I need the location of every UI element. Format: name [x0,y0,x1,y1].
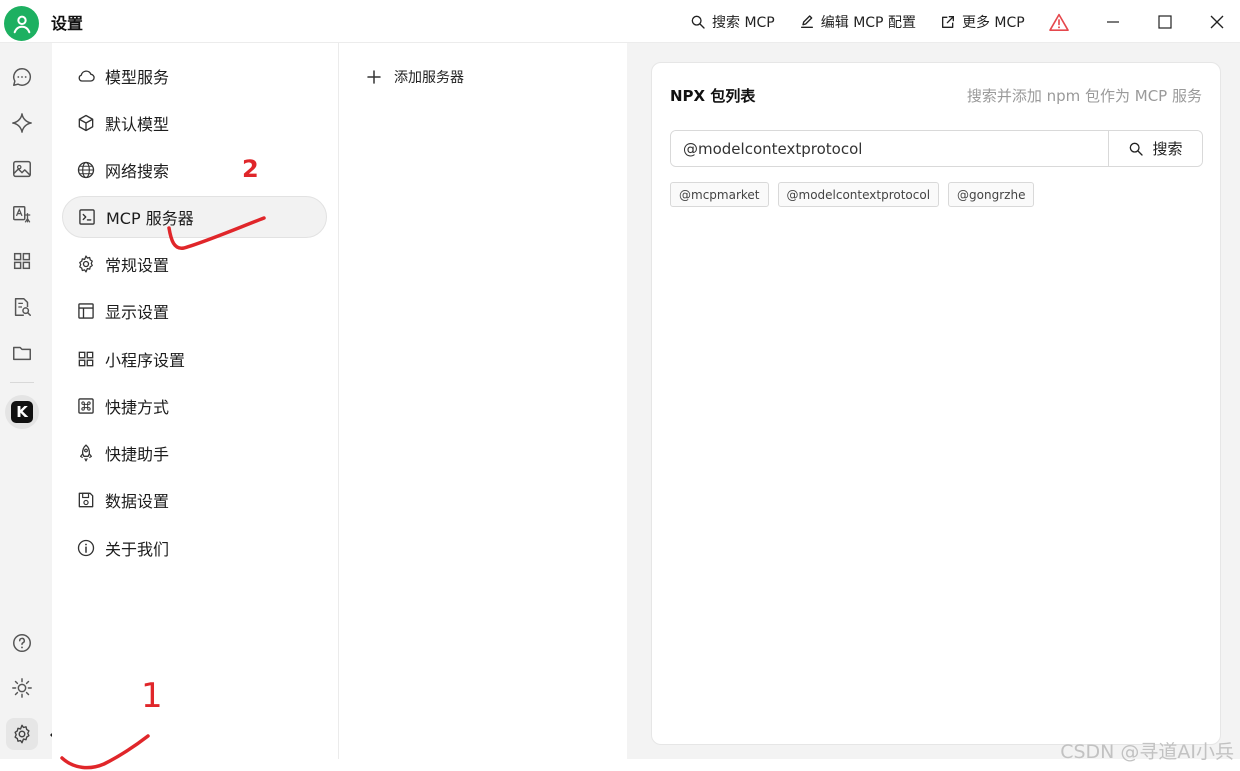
cube-icon [78,114,94,132]
edit-mcp-config-label: 编辑 MCP 配置 [820,14,916,31]
close-button[interactable] [1193,0,1240,43]
folder-icon [13,346,31,361]
nav-display-settings[interactable]: 显示设置 [62,290,327,332]
nav-label: 显示设置 [105,303,170,322]
nav-quick-assistant[interactable]: 快捷助手 [62,432,327,474]
warning-icon [1048,13,1069,31]
nav-label: 数据设置 [105,492,170,511]
nav-shortcuts[interactable]: 快捷方式 [62,385,327,427]
title-bar: 设置 搜索 MCP 编辑 MCP 配置 更多 MCP [0,0,1240,43]
more-mcp-label: 更多 MCP [961,14,1025,31]
mcp-server-list: 添加服务器 [339,43,627,759]
apps-icon [78,351,94,367]
minimize-button[interactable] [1089,0,1137,43]
maximize-icon [1158,14,1172,29]
settings-nav: 模型服务 默认模型 网络搜索 MCP 服务器 常规设置 显示设置 小程序设置 快… [52,43,339,759]
image-button[interactable] [6,153,38,185]
npx-package-panel: NPX 包列表 搜索并添加 npm 包作为 MCP 服务 搜索 @mcpmark… [651,62,1221,745]
layout-icon [78,303,94,319]
cloud-icon [78,70,95,82]
edit-mcp-config-button[interactable]: 编辑 MCP 配置 [799,8,916,36]
agent-k-icon: K [11,401,33,423]
npx-tag-modelcontextprotocol[interactable]: @modelcontextprotocol [777,182,940,207]
edit-icon [800,14,813,28]
nav-label: 快捷方式 [105,398,170,417]
add-server-label: 添加服务器 [394,70,464,86]
apps-button[interactable] [6,245,38,277]
chat-icon [13,68,32,86]
nav-mcp-servers[interactable]: MCP 服务器 [62,196,327,238]
save-icon [78,492,94,508]
npx-search-button[interactable]: 搜索 [1108,131,1202,166]
rail-divider [10,382,34,383]
watermark: CSDN @寻道AI小兵 [1060,741,1234,763]
theme-icon [12,678,32,698]
nav-web-search[interactable]: 网络搜索 [62,149,327,191]
image-icon [13,160,31,178]
nav-data-settings[interactable]: 数据设置 [62,479,327,521]
search-mcp-button[interactable]: 搜索 MCP [690,8,775,36]
command-icon [78,398,94,414]
add-server-button[interactable]: 添加服务器 [367,67,464,87]
nav-label: MCP 服务器 [106,209,194,228]
sparkle-icon [12,113,32,133]
npx-tag-mcpmarket[interactable]: @mcpmarket [670,182,769,207]
nav-label: 常规设置 [105,256,170,275]
settings-button[interactable] [6,718,38,750]
nav-label: 网络搜索 [105,162,170,181]
apps-icon [13,252,31,270]
npx-panel-title: NPX 包列表 [670,87,756,105]
nav-label: 快捷助手 [105,445,170,464]
nav-default-model[interactable]: 默认模型 [62,102,327,144]
rocket-icon [80,444,92,462]
nav-miniapp-settings[interactable]: 小程序设置 [62,338,327,380]
globe-icon [77,161,95,179]
translate-icon [13,206,31,223]
plus-icon [367,70,381,84]
nav-label: 小程序设置 [105,351,186,370]
npx-search-row: 搜索 [670,130,1203,167]
npx-tag-gongrzhe[interactable]: @gongrzhe [948,182,1035,207]
gear-icon [79,255,93,273]
chat-button[interactable] [6,61,38,93]
files-button[interactable] [6,337,38,369]
search-mcp-label: 搜索 MCP [712,14,775,31]
title-actions: 搜索 MCP 编辑 MCP 配置 更多 MCP [690,0,1103,43]
info-icon [77,539,95,557]
settings-icon [14,724,30,744]
warning-button[interactable] [1048,8,1069,36]
document-search-icon [14,298,31,316]
agent-k-button[interactable]: K [5,395,39,429]
nav-about-us[interactable]: 关于我们 [62,527,327,569]
npx-search-label: 搜索 [1152,140,1183,158]
help-icon [13,634,31,652]
search-icon [1130,142,1144,156]
user-avatar[interactable] [4,6,39,41]
npx-search-input[interactable] [671,131,1108,166]
translate-button[interactable] [6,199,38,231]
icon-rail: K [0,43,52,759]
minimize-icon [1107,20,1119,23]
nav-label: 关于我们 [105,540,170,559]
nav-general-settings[interactable]: 常规设置 [62,243,327,285]
nav-model-service[interactable]: 模型服务 [62,55,327,97]
agents-button[interactable] [6,107,38,139]
search-icon [691,15,705,29]
close-icon [1210,15,1224,28]
bottom-strip [0,759,1240,771]
knowledge-button[interactable] [6,291,38,323]
nav-label: 默认模型 [105,115,170,134]
terminal-icon [79,209,95,225]
theme-button[interactable] [6,672,38,704]
nav-label: 模型服务 [105,68,170,87]
user-icon [13,15,30,33]
maximize-button[interactable] [1141,0,1189,43]
more-mcp-button[interactable]: 更多 MCP [940,8,1025,36]
help-button[interactable] [6,627,38,659]
window-title: 设置 [51,14,84,33]
npx-tag-list: @mcpmarket @modelcontextprotocol @gongrz… [670,182,1035,207]
npx-panel-description: 搜索并添加 npm 包作为 MCP 服务 [966,87,1202,105]
external-link-icon [941,15,954,28]
